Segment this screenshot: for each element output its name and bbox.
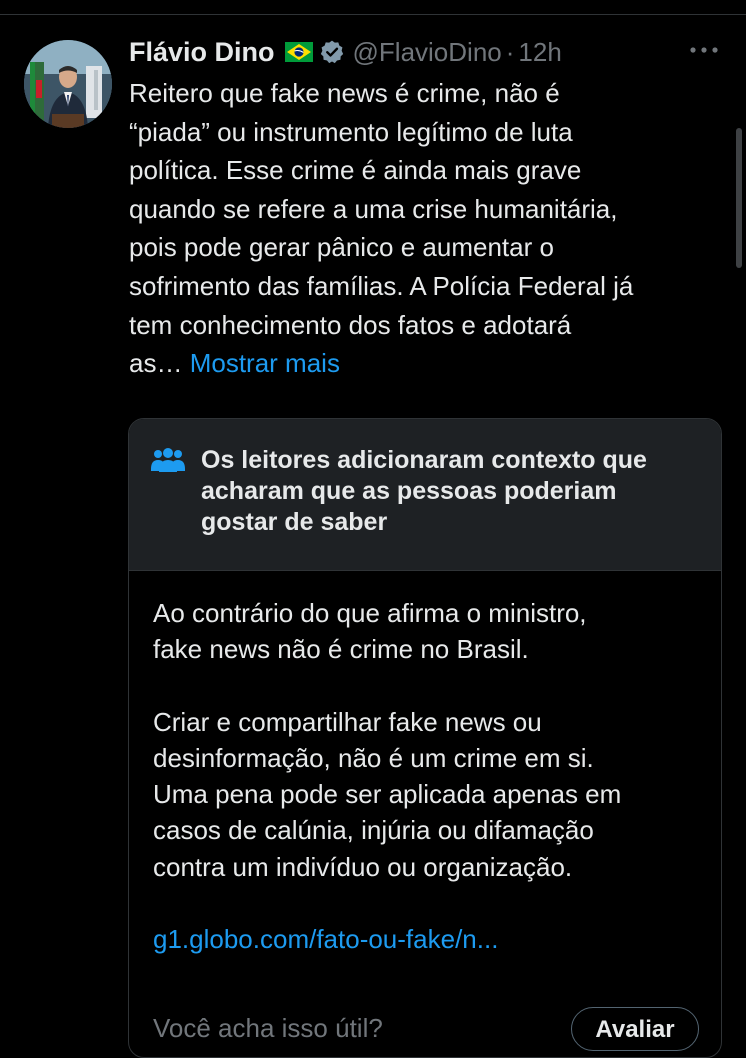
- note-line: fake news não é crime no Brasil.: [153, 634, 529, 665]
- note-source-link[interactable]: g1.globo.com/fato-ou-fake/n...: [153, 921, 713, 957]
- community-note-body: Ao contrário do que afirma o ministro, f…: [153, 595, 713, 957]
- note-line: casos de calúnia, injúria ou difamação: [153, 815, 594, 846]
- note-line: Uma pena pode ser aplicada apenas em: [153, 779, 622, 810]
- community-note-card[interactable]: Os leitores adicionaram contexto que ach…: [128, 418, 722, 1058]
- author-name[interactable]: Flávio Dino: [129, 37, 275, 68]
- more-options-icon: [690, 47, 718, 53]
- tweet-text-line: “piada” ou instrumento legítimo de luta: [129, 116, 573, 147]
- community-note-title: Os leitores adicionaram contexto que ach…: [201, 445, 711, 538]
- note-line: Ao contrário do que afirma o ministro,: [153, 598, 587, 628]
- note-line: desinformação, não é um crime em si.: [153, 742, 594, 773]
- note-line: contra um indivíduo ou organização.: [153, 851, 573, 882]
- people-icon: [151, 447, 185, 477]
- tweet-text-line: Reitero que fake news é crime, não é: [129, 78, 560, 108]
- tweet-text-line: quando se refere a uma crise humanitária…: [129, 193, 618, 224]
- tweet-text-line: política. Esse crime é ainda mais grave: [129, 155, 582, 186]
- author-handle[interactable]: @FlavioDino: [353, 37, 502, 68]
- tweet-text-line: tem conhecimento dos fatos e adotará: [129, 309, 572, 340]
- rate-note-button[interactable]: Avaliar: [571, 1007, 699, 1051]
- verified-badge-icon[interactable]: [319, 39, 345, 65]
- tweet-time[interactable]: 12h: [518, 37, 561, 68]
- avatar[interactable]: [24, 40, 112, 128]
- tweet-header: Flávio Dino @FlavioDino · 12h: [129, 32, 562, 72]
- tweet-text-line: sofrimento das famílias. A Polícia Feder…: [129, 270, 634, 301]
- community-note-header: Os leitores adicionaram contexto que ach…: [129, 419, 721, 571]
- note-title-line: gostar de saber: [201, 508, 388, 536]
- note-title-line: Os leitores adicionaram contexto que: [201, 446, 647, 474]
- more-options-button[interactable]: [686, 38, 722, 62]
- note-line: Criar e compartilhar fake news ou: [153, 706, 542, 737]
- note-title-line: acharam que as pessoas poderiam: [201, 477, 617, 505]
- header-separator: ·: [505, 36, 515, 67]
- tweet-text-last-line: as… Mostrar mais: [129, 344, 724, 383]
- tweet-text-line: pois pode gerar pânico e aumentar o: [129, 232, 554, 263]
- avatar-photo: [24, 40, 112, 128]
- tweet-text-truncated: as…: [129, 348, 183, 379]
- top-divider: [0, 14, 746, 15]
- brazil-flag-icon: [284, 42, 313, 62]
- note-paragraph-1: Ao contrário do que afirma o ministro, f…: [153, 595, 713, 668]
- note-paragraph-2: Criar e compartilhar fake news ou desinf…: [153, 704, 713, 885]
- scrollbar-thumb[interactable]: [736, 128, 742, 268]
- show-more-link[interactable]: Mostrar mais: [190, 348, 340, 378]
- note-helpful-question: Você acha isso útil?: [153, 1013, 383, 1043]
- tweet-text: Reitero que fake news é crime, não é “pi…: [129, 74, 724, 383]
